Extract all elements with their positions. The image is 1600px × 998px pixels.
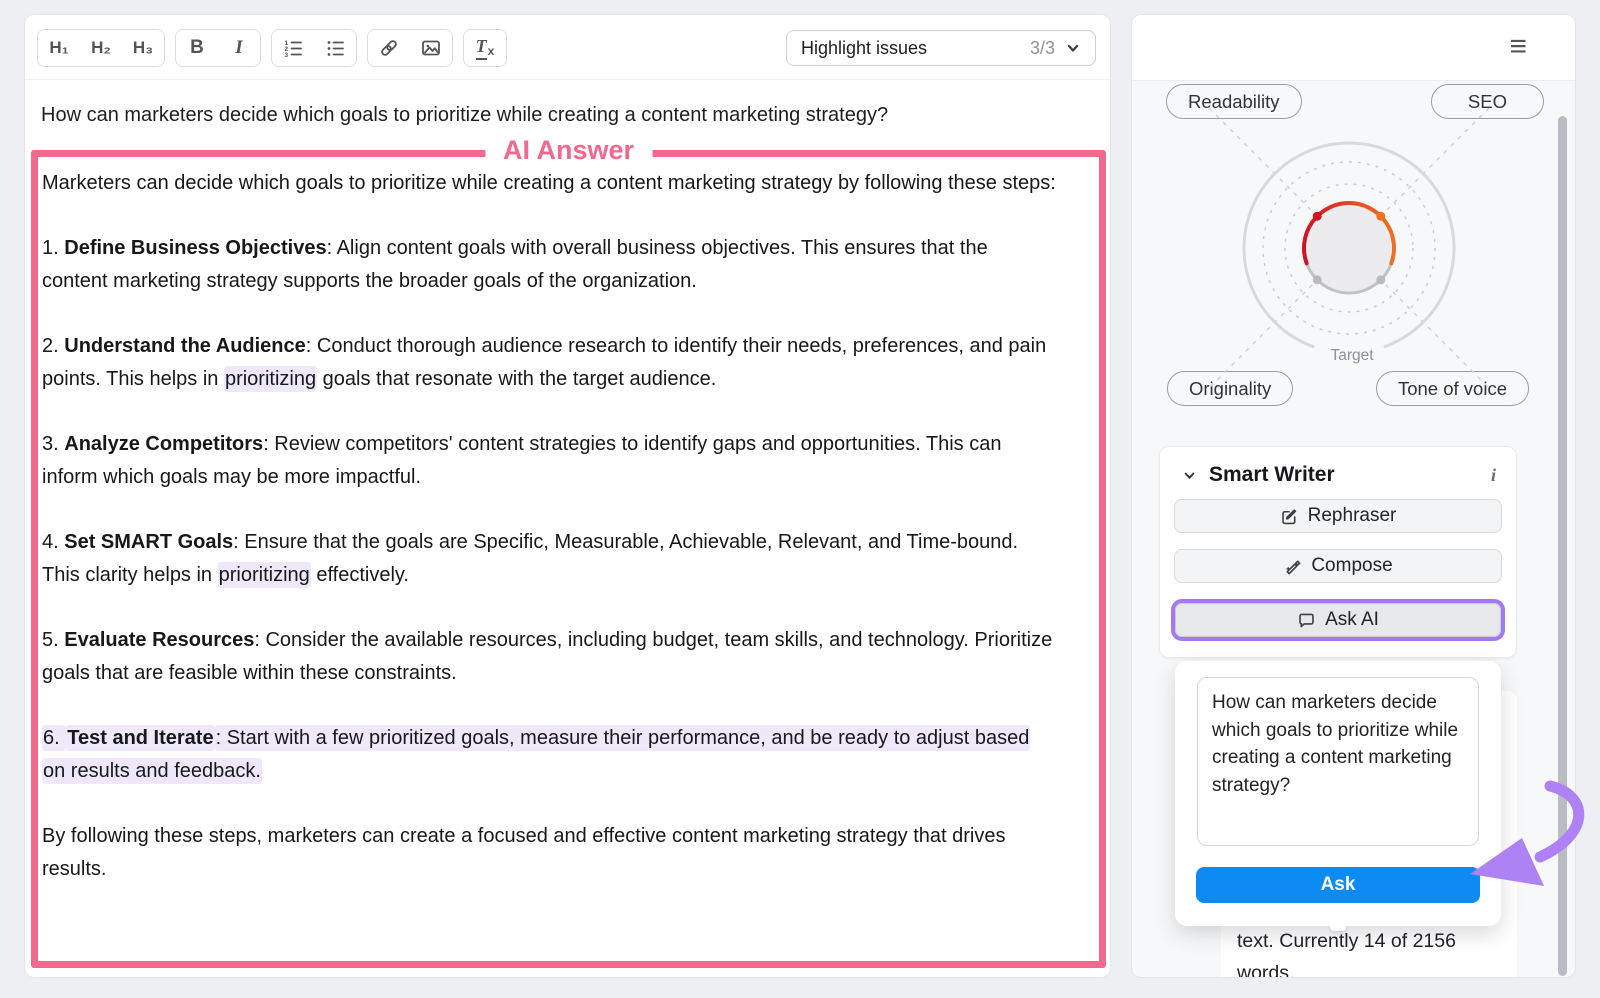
text-run: goals that resonate with the target audi…	[317, 368, 716, 390]
text-run: Test and Iterate	[66, 725, 214, 751]
popup-notch	[1330, 922, 1346, 931]
seo-score-dot	[1376, 212, 1385, 221]
smart-writer-title: Smart Writer	[1209, 463, 1335, 487]
text-run: 2.	[42, 335, 64, 357]
bold-button[interactable]: B	[176, 30, 218, 66]
unordered-list-icon	[325, 38, 345, 58]
paragraph: 1. Define Business Objectives: Align con…	[42, 232, 1057, 298]
compose-button[interactable]: Compose	[1174, 549, 1502, 583]
h3-button[interactable]: H₃	[122, 30, 164, 66]
paragraph: 6. Test and Iterate: Start with a few pr…	[42, 722, 1057, 788]
insert-button-group	[367, 29, 453, 67]
chevron-down-icon	[1182, 468, 1197, 483]
ordered-list-icon: 1 2 3	[283, 38, 303, 58]
sidebar-scrollbar[interactable]	[1558, 116, 1567, 976]
editor-content[interactable]: How can marketers decide which goals to …	[25, 80, 1110, 968]
ask-ai-highlight-outline: Ask AI	[1171, 599, 1505, 641]
rephraser-label: Rephraser	[1308, 505, 1397, 527]
ask-ai-label: Ask AI	[1325, 609, 1379, 631]
svg-text:3: 3	[285, 52, 289, 58]
score-gauge	[1209, 108, 1489, 388]
text-run: Marketers can decide which goals to prio…	[42, 172, 1056, 194]
italic-button[interactable]: I	[218, 30, 260, 66]
tone-score-dot	[1376, 275, 1385, 284]
ai-answer-paragraphs: Marketers can decide which goals to prio…	[42, 167, 1057, 886]
text-run: Analyze Competitors	[64, 433, 263, 455]
h2-button[interactable]: H₂	[80, 30, 122, 66]
paragraph: 5. Evaluate Resources: Consider the avai…	[42, 624, 1057, 690]
ask-submit-button[interactable]: Ask	[1196, 867, 1480, 903]
text-run: By following these steps, marketers can …	[42, 825, 1005, 880]
image-button[interactable]	[410, 30, 452, 66]
sidebar-header: ≡	[1132, 15, 1575, 81]
compose-label: Compose	[1311, 555, 1392, 577]
text-run: prioritizing	[218, 562, 311, 588]
text-run: 1.	[42, 237, 64, 259]
smart-writer-card: Smart Writer i Rephraser Compose As	[1159, 446, 1517, 658]
ask-question-input[interactable]: How can marketers decide which goals to …	[1197, 677, 1479, 846]
ordered-list-button[interactable]: 1 2 3	[272, 30, 314, 66]
readability-score-dot	[1313, 212, 1322, 221]
chat-bubble-icon	[1297, 611, 1316, 630]
ask-ai-popup: How can marketers decide which goals to …	[1175, 661, 1501, 926]
text-run: 4.	[42, 531, 64, 553]
info-icon[interactable]: i	[1491, 465, 1496, 486]
editor-panel: H₁ H₂ H₃ B I 1 2 3	[24, 14, 1111, 978]
text-run: Understand the Audience	[64, 335, 306, 357]
rephraser-icon	[1280, 507, 1299, 526]
emphasis-button-group: B I	[175, 29, 261, 67]
text-run: effectively.	[311, 564, 409, 586]
document-question: How can marketers decide which goals to …	[41, 100, 1094, 130]
paragraph: By following these steps, marketers can …	[42, 820, 1057, 886]
list-button-group: 1 2 3	[271, 29, 357, 67]
text-run: prioritizing	[224, 366, 317, 392]
ai-answer-label: AI Answer	[485, 135, 652, 166]
link-icon	[379, 38, 399, 58]
word-count-note: text. Currently 14 of 2156 words.	[1237, 925, 1499, 978]
paragraph: 3. Analyze Competitors: Review competito…	[42, 428, 1057, 494]
unordered-list-button[interactable]	[314, 30, 356, 66]
compose-icon	[1283, 557, 1302, 576]
chevron-down-icon	[1065, 40, 1081, 56]
text-run: Define Business Objectives	[64, 237, 326, 259]
h1-button[interactable]: H₁	[38, 30, 80, 66]
originality-score-dot	[1313, 275, 1322, 284]
highlight-issues-dropdown[interactable]: Highlight issues 3/3	[786, 30, 1096, 66]
gauge-target-label: Target	[1222, 347, 1482, 365]
paragraph: 2. Understand the Audience: Conduct thor…	[42, 330, 1057, 396]
smart-writer-header[interactable]: Smart Writer i	[1160, 447, 1516, 499]
paragraph: Marketers can decide which goals to prio…	[42, 167, 1057, 200]
heading-button-group: H₁ H₂ H₃	[37, 29, 165, 67]
clear-format-group: Tx	[463, 29, 507, 67]
text-run: 6.	[42, 725, 66, 751]
image-icon	[421, 38, 441, 58]
ai-answer-box: AI Answer Marketers can decide which goa…	[31, 150, 1106, 968]
clear-formatting-icon: T	[476, 36, 487, 60]
text-run: 5.	[42, 629, 64, 651]
format-button-groups: H₁ H₂ H₃ B I 1 2 3	[37, 29, 507, 67]
ask-ai-button[interactable]: Ask AI	[1175, 603, 1501, 637]
paragraph: 4. Set SMART Goals: Ensure that the goal…	[42, 526, 1057, 592]
clear-formatting-button[interactable]: Tx	[464, 30, 506, 66]
rephraser-button[interactable]: Rephraser	[1174, 499, 1502, 533]
editor-toolbar: H₁ H₂ H₃ B I 1 2 3	[25, 15, 1110, 80]
text-run: Set SMART Goals	[64, 531, 233, 553]
menu-icon[interactable]: ≡	[1509, 29, 1527, 65]
italic-icon: I	[235, 37, 242, 59]
link-button[interactable]	[368, 30, 410, 66]
highlight-issues-count: 3/3	[1030, 38, 1055, 59]
assistant-sidebar: ≡ Readability SEO Originality Tone of vo…	[1131, 14, 1576, 978]
highlight-issues-label: Highlight issues	[801, 38, 1030, 59]
text-run: Evaluate Resources	[64, 629, 254, 651]
text-run: 3.	[42, 433, 64, 455]
